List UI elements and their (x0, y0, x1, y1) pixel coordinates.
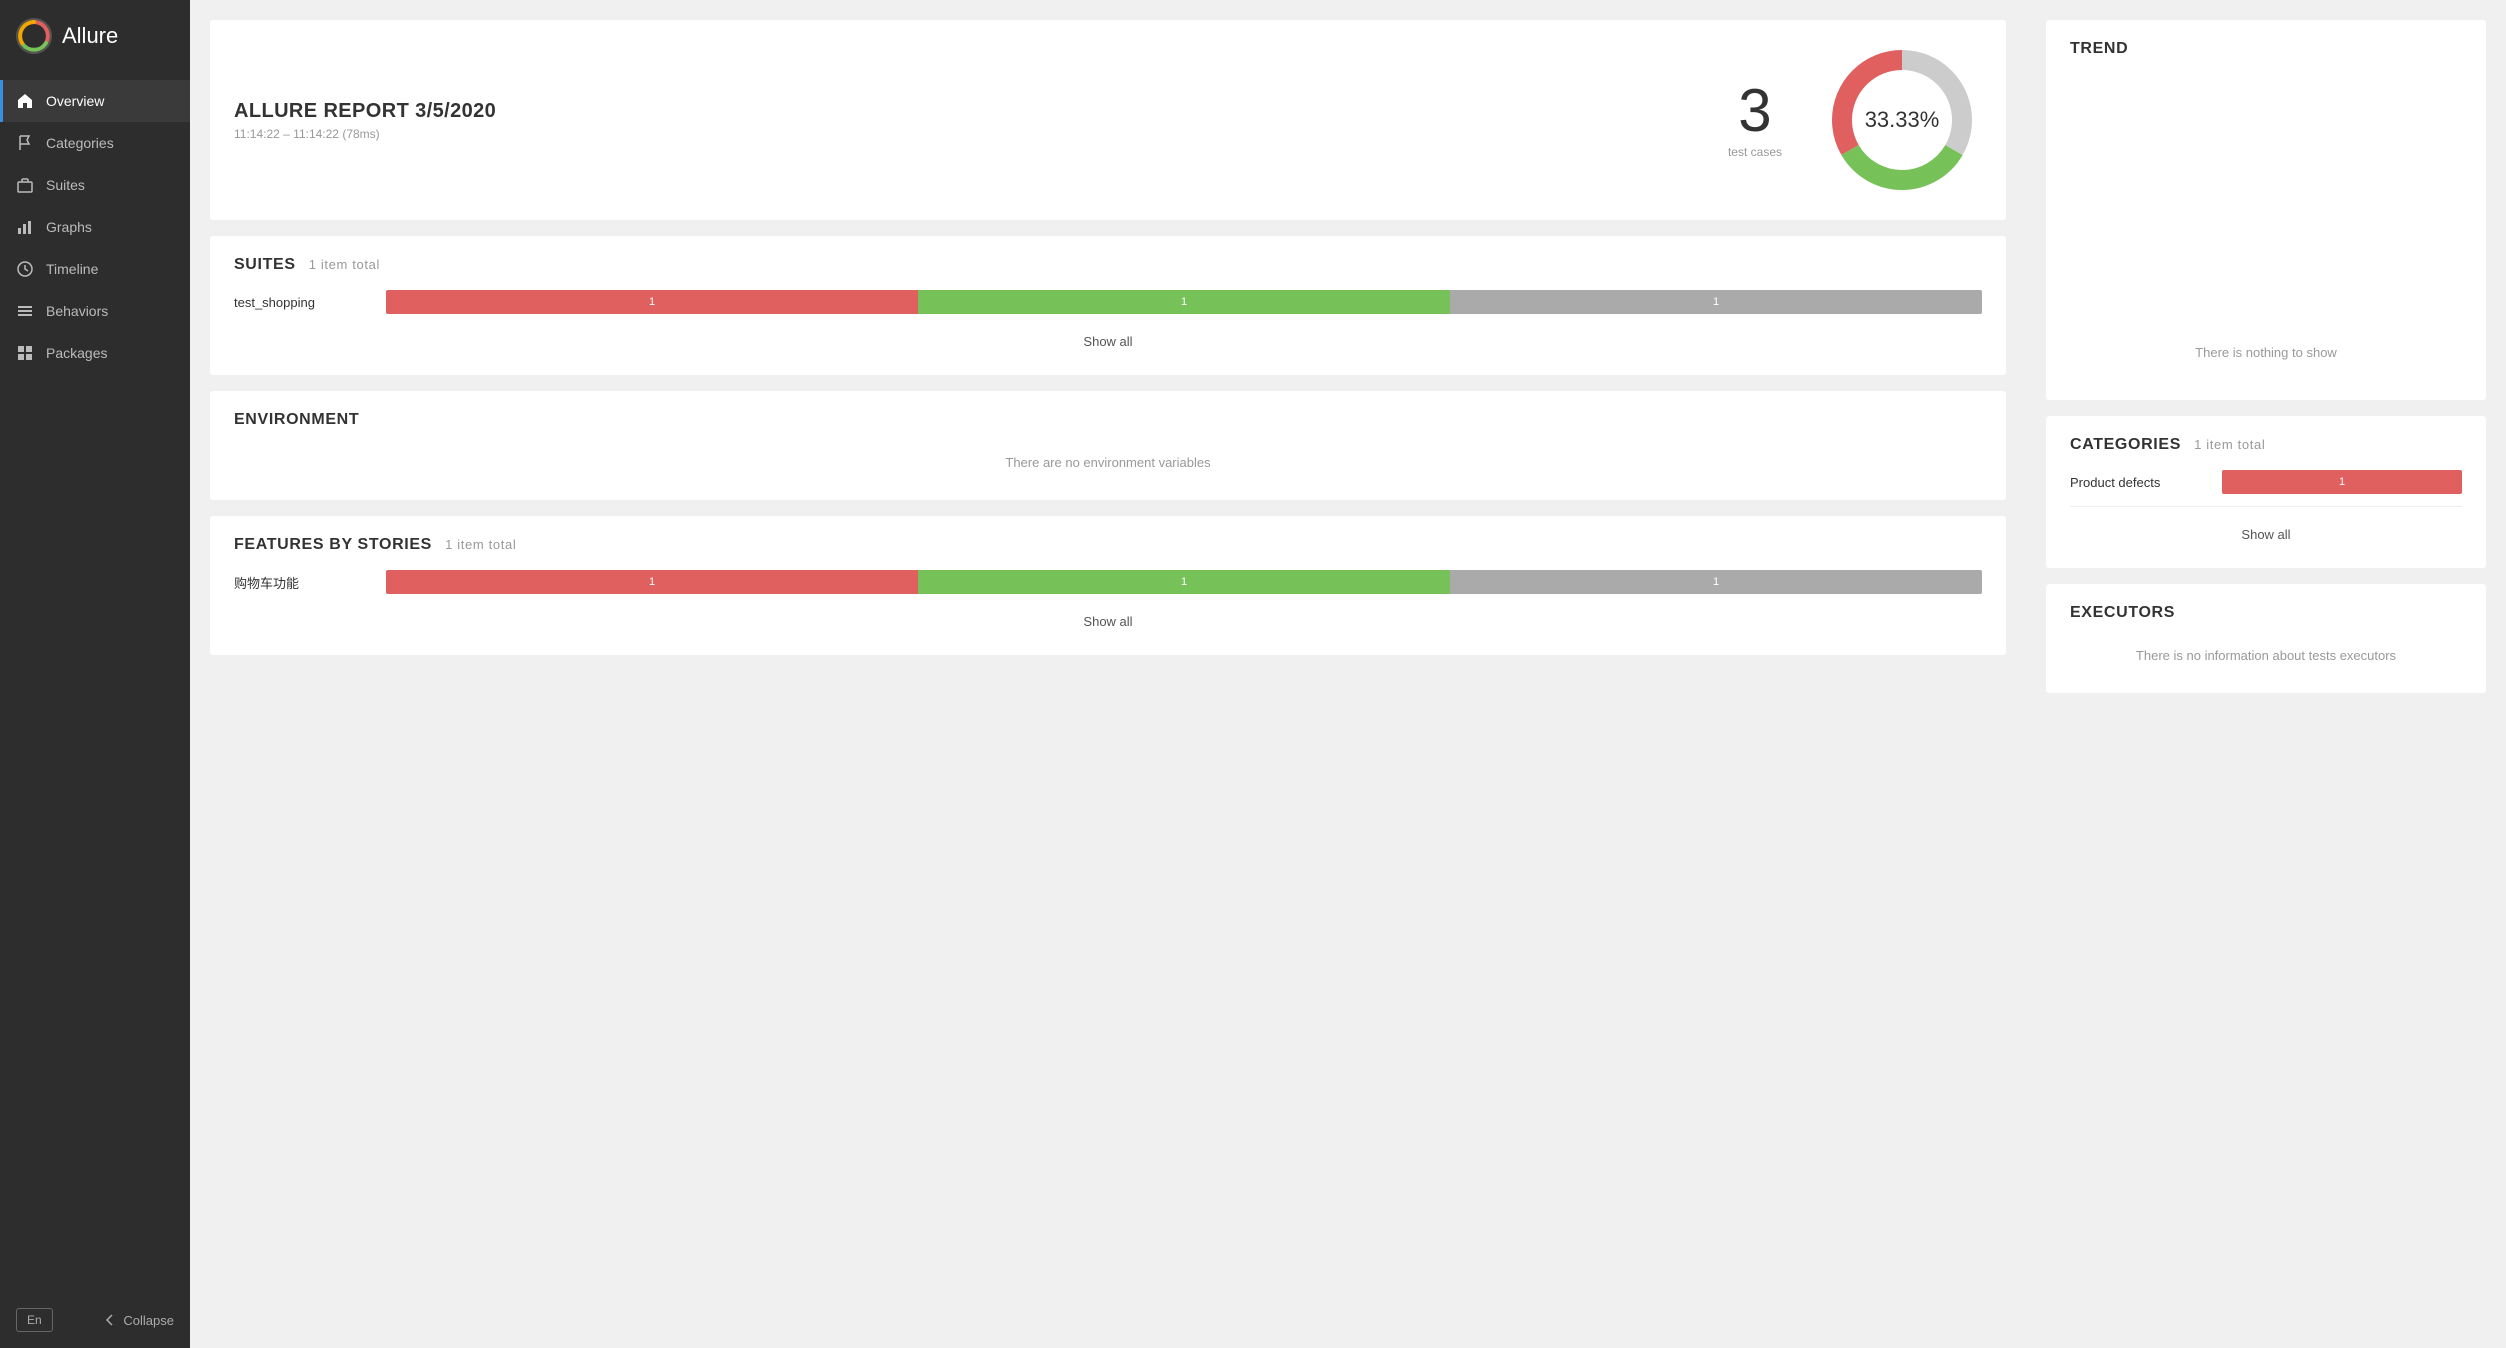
environment-header: ENVIRONMENT (234, 411, 1982, 429)
report-title: ALLURE REPORT 3/5/2020 (234, 100, 496, 123)
categories-header: CATEGORIES 1 item total (2070, 436, 2462, 454)
executors-empty: There is no information about tests exec… (2070, 638, 2462, 673)
sidebar-item-suites[interactable]: Suites (0, 164, 190, 206)
sidebar-item-packages[interactable]: Packages (0, 332, 190, 374)
sidebar-item-overview[interactable]: Overview (0, 80, 190, 122)
environment-title: ENVIRONMENT (234, 411, 359, 428)
trend-empty-msg: There is nothing to show (2195, 345, 2337, 360)
categories-title: CATEGORIES (2070, 436, 2181, 453)
categories-bar-track: 1 (2222, 470, 2462, 494)
environment-empty: There are no environment variables (234, 445, 1982, 480)
features-bar-green: 1 (918, 570, 1450, 594)
trend-card: TREND There is nothing to show (2046, 20, 2486, 400)
left-panel: ALLURE REPORT 3/5/2020 11:14:22 – 11:14:… (190, 0, 2026, 1348)
sidebar-title: Allure (62, 23, 118, 49)
features-bar-gray: 1 (1450, 570, 1982, 594)
sidebar-footer: En Collapse (0, 1292, 190, 1348)
list-icon (16, 302, 34, 320)
clock-icon (16, 260, 34, 278)
categories-count: 1 item total (2194, 437, 2265, 452)
features-item-name: 购物车功能 (234, 573, 374, 592)
report-stats: 3 test cases 33.33% (1728, 40, 1982, 200)
categories-bar-red: 1 (2222, 470, 2462, 494)
executors-title: EXECUTORS (2070, 604, 2175, 621)
features-bar-track: 1 1 1 (386, 570, 1982, 594)
features-count: 1 item total (445, 537, 516, 552)
donut-chart: 33.33% (1822, 40, 1982, 200)
nav-label-overview: Overview (46, 93, 104, 109)
sidebar-item-graphs[interactable]: Graphs (0, 206, 190, 248)
test-count-block: 3 test cases (1728, 81, 1782, 159)
suites-card: SUITES 1 item total test_shopping 1 1 1 … (210, 236, 2006, 375)
suites-bar-red: 1 (386, 290, 918, 314)
features-show-all[interactable]: Show all (234, 608, 1982, 635)
bar-chart-icon (16, 218, 34, 236)
categories-item-name: Product defects (2070, 475, 2210, 490)
suites-bar-row: test_shopping 1 1 1 (234, 290, 1982, 314)
suites-header: SUITES 1 item total (234, 256, 1982, 274)
environment-card: ENVIRONMENT There are no environment var… (210, 391, 2006, 500)
suites-bar-track: 1 1 1 (386, 290, 1982, 314)
sidebar-item-categories[interactable]: Categories (0, 122, 190, 164)
suites-count: 1 item total (309, 257, 380, 272)
nav-label-timeline: Timeline (46, 261, 98, 277)
report-info: ALLURE REPORT 3/5/2020 11:14:22 – 11:14:… (234, 100, 496, 141)
sidebar-nav: Overview Categories Suites Graphs (0, 80, 190, 1292)
nav-label-packages: Packages (46, 345, 107, 361)
flag-icon (16, 134, 34, 152)
sidebar: Allure Overview Categories Suites (0, 0, 190, 1348)
suites-title: SUITES (234, 256, 296, 273)
sidebar-item-timeline[interactable]: Timeline (0, 248, 190, 290)
sidebar-item-behaviors[interactable]: Behaviors (0, 290, 190, 332)
grid-icon (16, 344, 34, 362)
suites-show-all[interactable]: Show all (234, 328, 1982, 355)
categories-card: CATEGORIES 1 item total Product defects … (2046, 416, 2486, 568)
features-card: FEATURES BY STORIES 1 item total 购物车功能 1… (210, 516, 2006, 655)
test-count-label: test cases (1728, 145, 1782, 159)
language-button[interactable]: En (16, 1308, 53, 1332)
test-count-number: 3 (1728, 81, 1782, 141)
features-bar-red: 1 (386, 570, 918, 594)
features-header: FEATURES BY STORIES 1 item total (234, 536, 1982, 554)
trend-title: TREND (2070, 40, 2128, 57)
executors-header: EXECUTORS (2070, 604, 2462, 622)
features-bar-row: 购物车功能 1 1 1 (234, 570, 1982, 594)
report-subtitle: 11:14:22 – 11:14:22 (78ms) (234, 127, 496, 141)
trend-empty: There is nothing to show (2070, 74, 2462, 380)
collapse-icon (103, 1313, 117, 1327)
nav-label-categories: Categories (46, 135, 114, 151)
suites-bar-green: 1 (918, 290, 1450, 314)
collapse-label: Collapse (123, 1313, 174, 1328)
donut-percent-label: 33.33% (1865, 107, 1940, 133)
categories-bar-row: Product defects 1 (2070, 470, 2462, 494)
suites-item-name: test_shopping (234, 295, 374, 310)
briefcase-icon (16, 176, 34, 194)
home-icon (16, 92, 34, 110)
suites-bar-gray: 1 (1450, 290, 1982, 314)
features-title: FEATURES BY STORIES (234, 536, 432, 553)
nav-label-suites: Suites (46, 177, 85, 193)
nav-label-behaviors: Behaviors (46, 303, 108, 319)
right-panel: TREND There is nothing to show CATEGORIE… (2026, 0, 2506, 1348)
allure-logo (16, 18, 52, 54)
categories-divider (2070, 506, 2462, 507)
executors-card: EXECUTORS There is no information about … (2046, 584, 2486, 693)
report-header-card: ALLURE REPORT 3/5/2020 11:14:22 – 11:14:… (210, 20, 2006, 220)
trend-header: TREND (2070, 40, 2462, 58)
main-content: ALLURE REPORT 3/5/2020 11:14:22 – 11:14:… (190, 0, 2506, 1348)
categories-show-all[interactable]: Show all (2070, 521, 2462, 548)
sidebar-header: Allure (0, 0, 190, 72)
nav-label-graphs: Graphs (46, 219, 92, 235)
collapse-button[interactable]: Collapse (103, 1313, 174, 1328)
